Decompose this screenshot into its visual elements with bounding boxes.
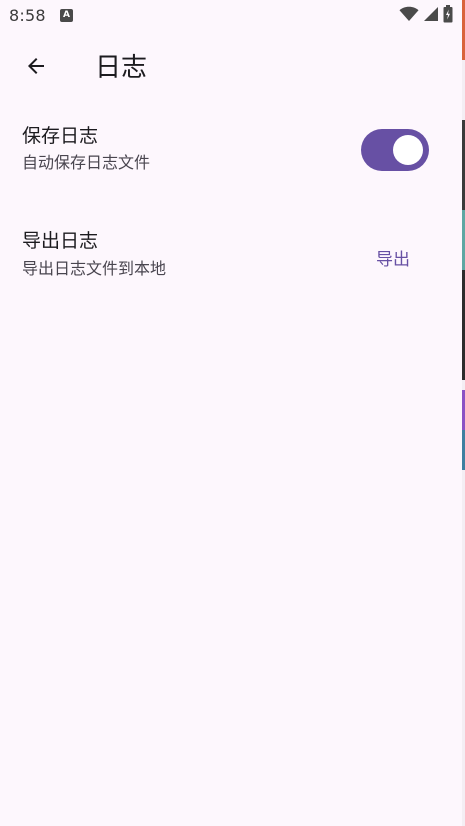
status-bar: 8:58 A xyxy=(0,0,465,34)
a-letter-icon: A xyxy=(60,9,73,22)
setting-title: 保存日志 xyxy=(22,125,99,147)
switch-thumb xyxy=(393,135,423,165)
status-icons xyxy=(399,5,453,27)
export-button[interactable]: 导出 xyxy=(360,240,426,274)
arrow-back-icon xyxy=(24,54,48,82)
signal-icon xyxy=(423,6,439,26)
save-log-switch[interactable] xyxy=(361,129,429,171)
app-bar: 日志 xyxy=(0,34,465,102)
back-button[interactable] xyxy=(16,48,56,88)
setting-title: 导出日志 xyxy=(22,230,99,252)
battery-icon xyxy=(443,5,453,27)
setting-subtitle: 自动保存日志文件 xyxy=(22,153,151,172)
wifi-icon xyxy=(399,6,419,26)
status-time: 8:58 xyxy=(9,6,46,25)
page-title: 日志 xyxy=(95,53,148,83)
setting-subtitle: 导出日志文件到本地 xyxy=(22,259,167,278)
settings-log-screen: 8:58 A 日志 保存日志 自动保存日志文件 导出日志 导出日志文件到本地 导… xyxy=(0,0,465,826)
